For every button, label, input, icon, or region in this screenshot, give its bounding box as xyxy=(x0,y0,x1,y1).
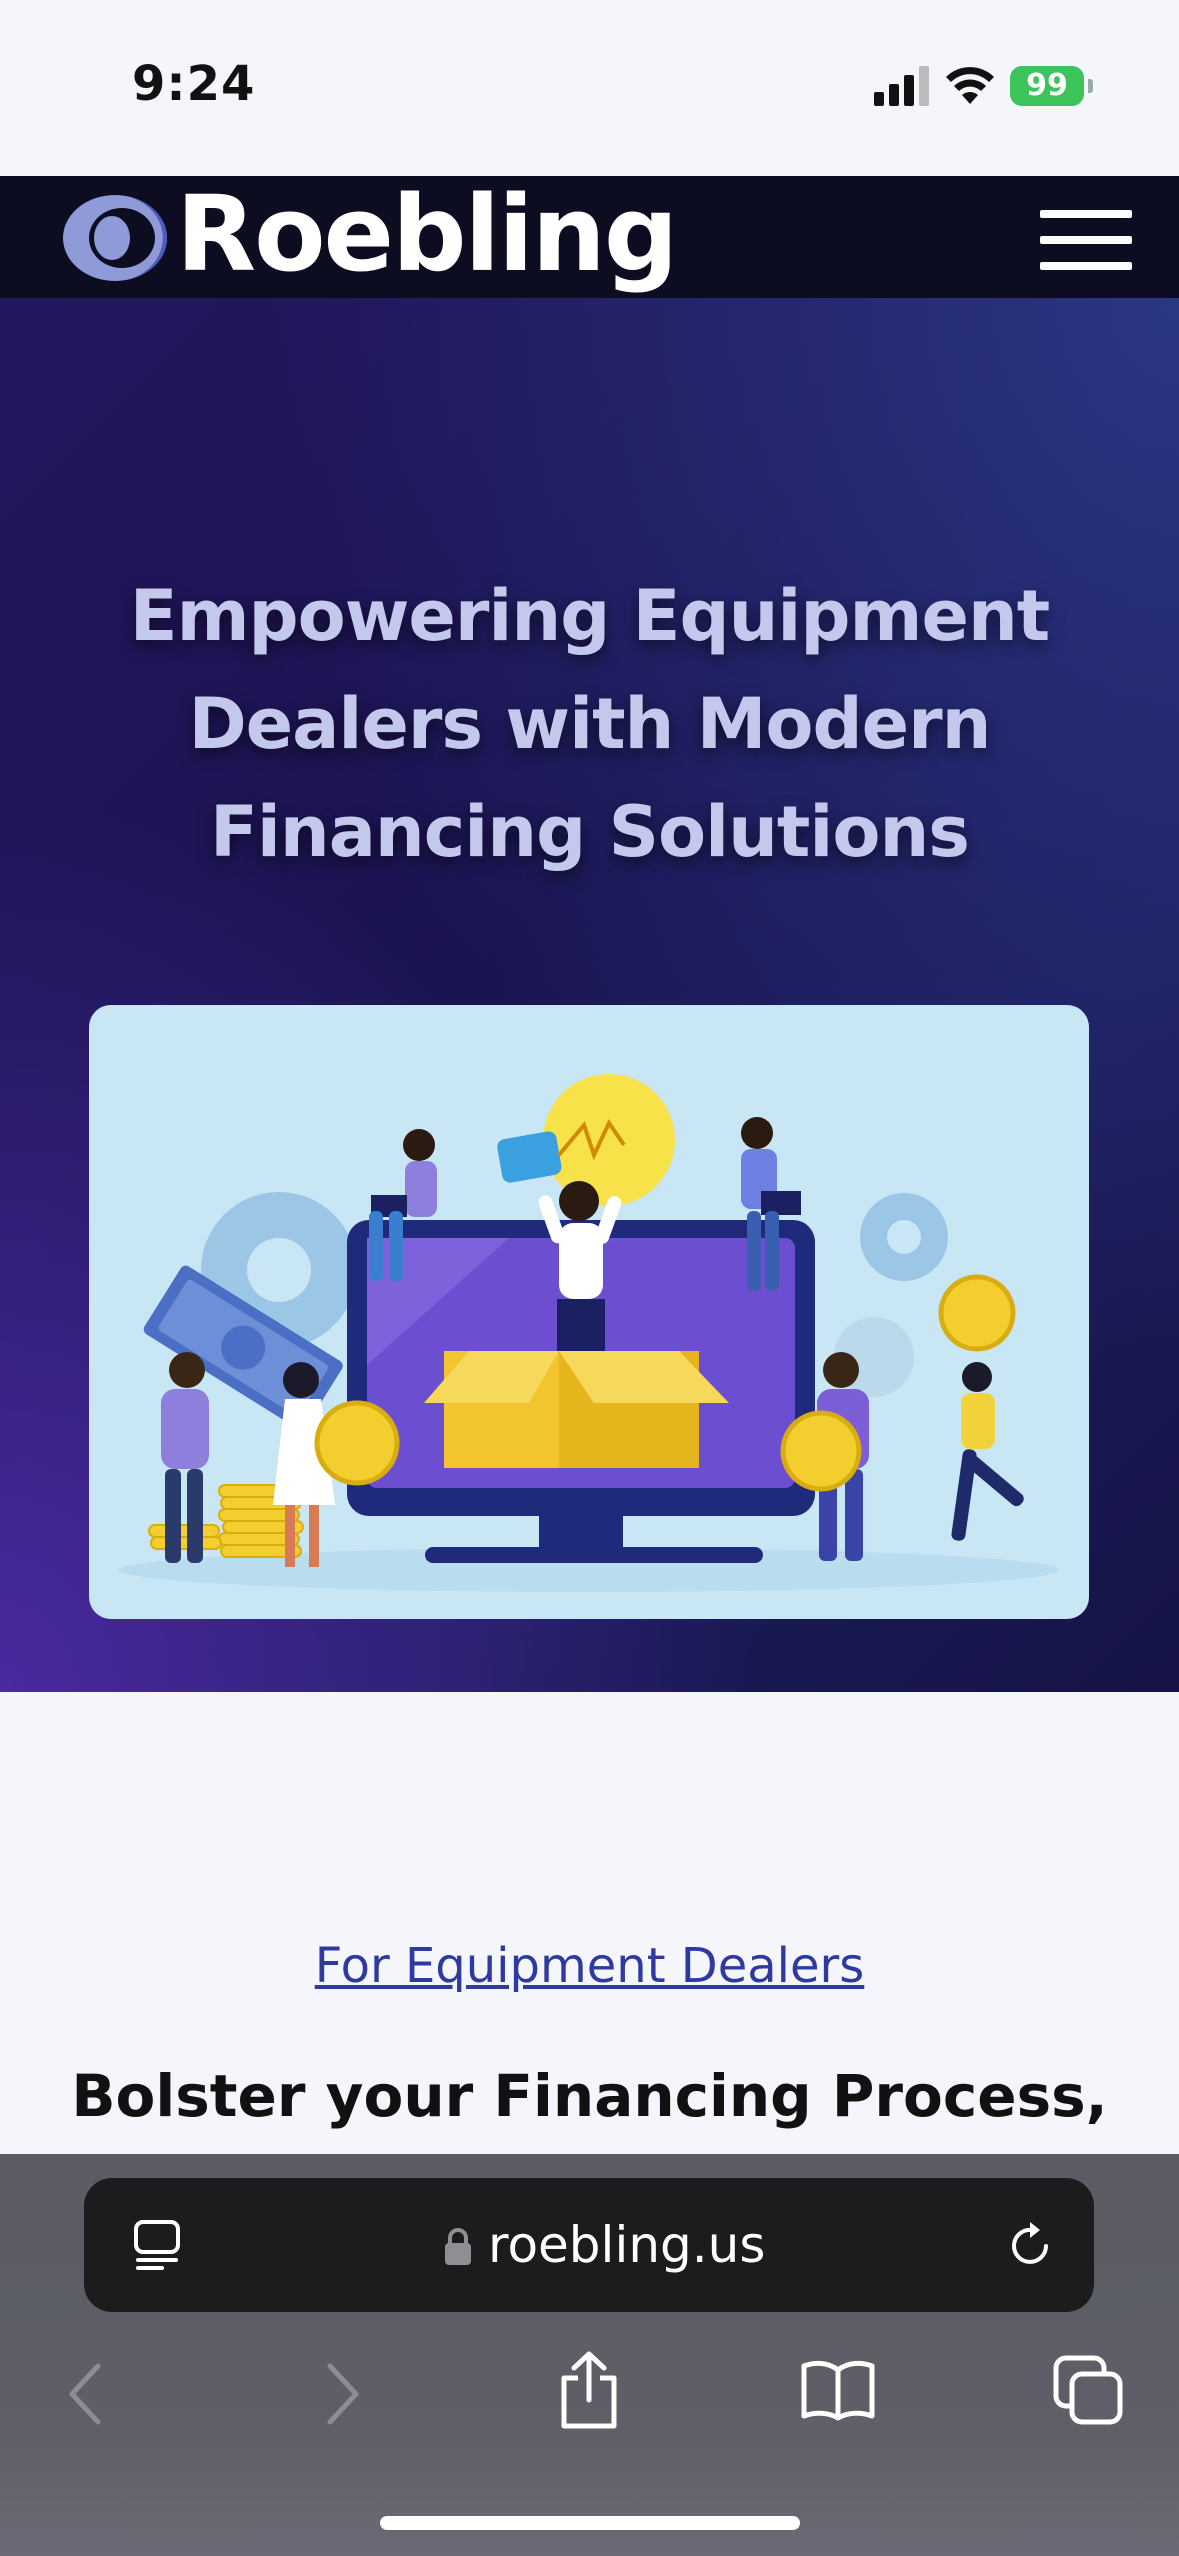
hero-title-line-2: Dealers with Modern xyxy=(188,683,992,765)
address-bar[interactable]: roebling.us xyxy=(84,2178,1094,2312)
bookmarks-icon[interactable] xyxy=(800,2360,876,2422)
tabs-icon[interactable] xyxy=(1052,2354,1124,2426)
hero-illustration xyxy=(89,1005,1089,1619)
home-indicator xyxy=(380,2516,800,2530)
brand-name[interactable]: Roebling xyxy=(176,182,678,286)
lock-icon xyxy=(445,2228,471,2265)
hero-title-line-3: Financing Solutions xyxy=(210,791,970,873)
hamburger-menu-icon[interactable] xyxy=(1040,210,1132,270)
battery-level: 99 xyxy=(1026,68,1068,103)
for-equipment-dealers-link[interactable]: For Equipment Dealers xyxy=(0,1938,1179,1994)
site-header: Roebling xyxy=(0,176,1179,298)
browser-toolbar: roebling.us xyxy=(0,2154,1179,2556)
wifi-icon xyxy=(946,67,994,104)
cellular-signal-icon xyxy=(874,66,929,106)
hero-title-line-1: Empowering Equipment xyxy=(129,575,1051,657)
url-text[interactable]: roebling.us xyxy=(488,2216,765,2274)
status-time: 9:24 xyxy=(132,56,256,112)
battery-icon: 99 xyxy=(1010,66,1093,106)
hero-title: Empowering Equipment Dealers with Modern… xyxy=(100,562,1079,886)
status-bar: 9:24 99 xyxy=(0,0,1179,176)
share-icon[interactable] xyxy=(556,2350,622,2430)
forward-icon[interactable] xyxy=(322,2362,362,2426)
roebling-logo-icon[interactable] xyxy=(62,194,168,282)
reader-mode-icon[interactable] xyxy=(132,2220,182,2272)
hero-section: Empowering Equipment Dealers with Modern… xyxy=(0,298,1179,1692)
back-icon[interactable] xyxy=(66,2362,106,2426)
reload-icon[interactable] xyxy=(1002,2218,1058,2274)
section-heading: Bolster your Financing Process, xyxy=(71,2062,1108,2130)
